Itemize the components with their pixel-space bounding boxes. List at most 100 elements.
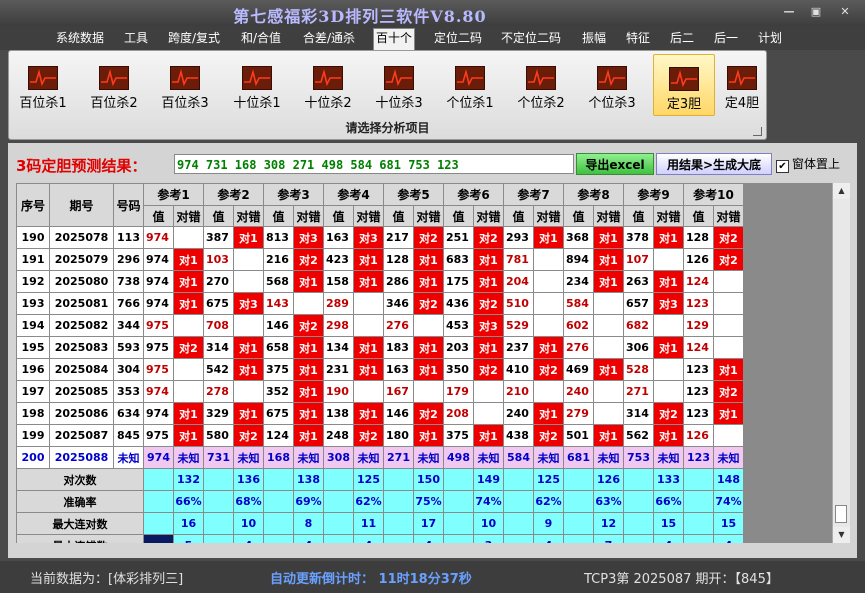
menu-plan[interactable]: 计划 — [758, 29, 782, 47]
ribbon-button-label: 十位杀3 — [375, 96, 423, 111]
stat-value: 66% — [653, 490, 684, 513]
cell-result — [413, 380, 444, 403]
table-row[interactable]: 195 2025083 593 975 对2 314 对1 658 对1 134 对1 183 对1 20… — [16, 336, 744, 359]
table-row[interactable]: 192 2025080 738 974 对1 270 568 对1 158 对1 286 对1 175 对… — [16, 270, 744, 293]
table-row[interactable]: 191 2025079 296 974 对1 103 216 对2 423 对1 128 对1 683 对… — [16, 248, 744, 271]
ribbon-button-7[interactable]: 个位杀1 — [440, 54, 500, 114]
menu-amplitude[interactable]: 振幅 — [582, 29, 606, 47]
cell-value: 375 — [263, 358, 294, 381]
col-subheader-value: 值 — [443, 205, 474, 227]
menu-sum[interactable]: 和/合值 — [241, 29, 281, 47]
cell-result: 对3 — [233, 292, 264, 315]
cell-result — [233, 270, 264, 293]
table-row[interactable]: 197 2025085 353 974 278 352 对1 190 167 179 210 240 2… — [16, 380, 744, 403]
table-row[interactable]: 193 2025081 766 974 对1 675 对3 143 289 346 对2 436 对2 5… — [16, 292, 744, 315]
col-subheader-value: 值 — [323, 205, 354, 227]
menu-diff-kill[interactable]: 合差/通杀 — [303, 29, 355, 47]
close-button[interactable]: ✕ — [834, 5, 856, 19]
cell-value: 204 — [503, 270, 534, 293]
ribbon-button-label: 十位杀2 — [304, 96, 352, 111]
cell-result: 对1 — [233, 226, 264, 249]
menu-system-data[interactable]: 系统数据 — [56, 29, 104, 47]
cell-value: 682 — [623, 314, 654, 337]
row-seq: 199 — [16, 424, 50, 447]
table-row[interactable]: 196 2025084 304 975 542 对1 375 对1 231 对1 163 对1 350 对… — [16, 358, 744, 381]
ribbon-expand-icon[interactable] — [753, 127, 762, 136]
cell-value: 529 — [503, 314, 534, 337]
cell-value: 128 — [683, 226, 714, 249]
cell-value: 683 — [443, 248, 474, 271]
cell-result: 对2 — [713, 226, 744, 249]
export-excel-button[interactable]: 导出excel — [576, 153, 654, 175]
cell-value: 107 — [623, 248, 654, 271]
stat-value: 4 — [413, 534, 444, 543]
menu-fixed-two[interactable]: 定位二码 — [434, 29, 482, 47]
table-row[interactable]: 190 2025078 113 974 387 对1 813 对3 163 对3 217 对2 251 对… — [16, 226, 744, 249]
row-number: 296 — [113, 248, 144, 271]
col-subheader-result: 对错 — [293, 205, 324, 227]
ribbon-button-2[interactable]: 百位杀2 — [84, 54, 144, 114]
menu-positions[interactable]: 百十个 — [373, 28, 416, 50]
cell-result: 对1 — [293, 358, 324, 381]
ribbon-button-label: 十位杀1 — [233, 96, 281, 111]
ribbon-button-1[interactable]: 百位杀1 — [13, 54, 73, 114]
pred-value: 498 — [443, 446, 474, 469]
cell-result: 对1 — [653, 270, 684, 293]
checkbox-icon[interactable]: ✔ — [776, 160, 789, 173]
cell-result: 对2 — [233, 424, 264, 447]
menu-bar: 系统数据 工具 跨度/复式 和/合值 合差/通杀 百十个 定位二码 不定位二码 … — [0, 26, 865, 50]
stat-spacer — [203, 468, 234, 491]
generate-base-button[interactable]: 用结果>生成大底 — [656, 153, 772, 175]
cell-value: 143 — [263, 292, 294, 315]
stat-spacer — [143, 468, 174, 491]
pred-value: 271 — [383, 446, 414, 469]
ribbon-button-5[interactable]: 十位杀2 — [298, 54, 358, 114]
scroll-thumb[interactable] — [835, 505, 847, 523]
cell-result: 对1 — [593, 226, 624, 249]
ribbon-button-11[interactable]: 定4胆 — [712, 54, 772, 114]
menu-last-two[interactable]: 后二 — [670, 29, 694, 47]
pred-result: 未知 — [353, 446, 384, 469]
row-period: 2025083 — [49, 336, 114, 359]
cell-value: 123 — [683, 292, 714, 315]
ribbon-button-6[interactable]: 十位杀3 — [369, 54, 429, 114]
ribbon-button-8[interactable]: 个位杀2 — [511, 54, 571, 114]
ribbon-button-4[interactable]: 十位杀1 — [227, 54, 287, 114]
stat-value: 136 — [233, 468, 264, 491]
col-subheader-value: 值 — [503, 205, 534, 227]
menu-unfixed-two[interactable]: 不定位二码 — [501, 29, 561, 47]
ribbon-button-9[interactable]: 个位杀3 — [582, 54, 642, 114]
stat-value: 4 — [713, 534, 744, 543]
stat-value: 15 — [713, 512, 744, 535]
table-row[interactable]: 198 2025086 634 974 对1 329 对1 675 对1 138 对1 146 对2 20… — [16, 402, 744, 425]
cell-result — [173, 380, 204, 403]
col-subheader-result: 对错 — [413, 205, 444, 227]
vertical-scrollbar[interactable]: ▲ ▼ — [832, 183, 850, 543]
prediction-row[interactable]: 200 2025088 未知 974 未知 731 未知 168 未知 308 未知 271 未知 498… — [16, 446, 744, 469]
stat-spacer — [683, 534, 714, 543]
menu-span-compound[interactable]: 跨度/复式 — [168, 29, 220, 47]
cell-result: 对2 — [413, 226, 444, 249]
cell-result — [233, 314, 264, 337]
menu-tools[interactable]: 工具 — [124, 29, 148, 47]
scroll-down-icon[interactable]: ▼ — [833, 527, 850, 543]
menu-last-one[interactable]: 后一 — [714, 29, 738, 47]
maximize-button[interactable]: ▣ — [805, 5, 827, 19]
cell-result: 对1 — [353, 248, 384, 271]
window-ontop-checkbox[interactable]: ✔ 窗体置上 — [776, 155, 840, 173]
status-period-info: TCP3第 2025087 期开：【845】 — [584, 572, 779, 587]
stat-value: 75% — [413, 490, 444, 513]
col-subheader-value: 值 — [563, 205, 594, 227]
chart-trend-icon — [242, 66, 272, 90]
row-period: 2025079 — [49, 248, 114, 271]
minimize-button[interactable]: — — [778, 5, 800, 19]
ribbon-button-3[interactable]: 百位杀3 — [155, 54, 215, 114]
prediction-result-field[interactable]: 974 731 168 308 271 498 584 681 753 123 — [174, 154, 574, 174]
cell-value: 134 — [323, 336, 354, 359]
menu-features[interactable]: 特征 — [626, 29, 650, 47]
cell-value: 231 — [323, 358, 354, 381]
col-subheader-value: 值 — [683, 205, 714, 227]
table-row[interactable]: 199 2025087 845 975 对1 580 对2 124 对1 248 对2 180 对1 37… — [16, 424, 744, 447]
table-row[interactable]: 194 2025082 344 975 708 146 对2 298 276 453 对3 529 60… — [16, 314, 744, 337]
scroll-up-icon[interactable]: ▲ — [833, 183, 850, 199]
